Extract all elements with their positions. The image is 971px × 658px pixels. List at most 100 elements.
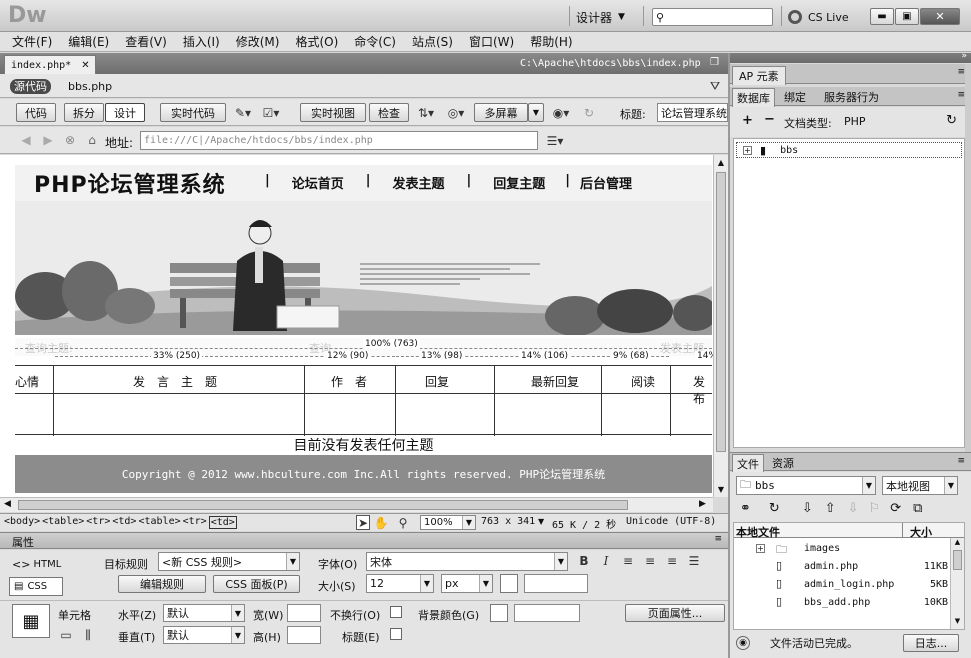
tag-table[interactable]: <table> — [42, 516, 84, 529]
horz-select[interactable]: 默认 ▼ — [163, 604, 245, 622]
globe-icon[interactable]: ◎▾ — [444, 104, 468, 122]
inspect-button[interactable]: 检查 — [369, 103, 409, 122]
tag-tr[interactable]: <tr> — [86, 516, 110, 529]
source-code-button[interactable]: 源代码 — [10, 79, 51, 94]
filter-icon[interactable]: ⛛ — [708, 79, 722, 93]
vert-select[interactable]: 默认 ▼ — [163, 626, 245, 644]
cell-height-input[interactable] — [287, 626, 321, 644]
put-files-icon[interactable]: ⇧ — [825, 501, 836, 516]
restore-doc-icon[interactable]: ❐ — [710, 57, 719, 68]
header-checkbox[interactable] — [390, 628, 402, 640]
refresh-icon[interactable]: ↻ — [580, 104, 598, 122]
chevron-down-icon[interactable]: ▼ — [538, 517, 544, 526]
pointer-tool-icon[interactable]: ➤ — [356, 515, 370, 530]
right-scrollbar[interactable] — [965, 64, 971, 454]
tag-td[interactable]: <td> — [112, 516, 136, 529]
align-left-icon[interactable]: ≡ — [621, 553, 635, 569]
tab-assets[interactable]: 资源 — [772, 455, 794, 471]
split-view-button[interactable]: 拆分 — [64, 103, 104, 122]
bg-color-input[interactable] — [514, 604, 580, 622]
check-icon[interactable]: ☑▾ — [258, 104, 284, 122]
live-view-button[interactable]: 实时视图 — [300, 103, 366, 122]
code-view-button[interactable]: 代码 — [16, 103, 56, 122]
page-title-input[interactable]: 论坛管理系统 — [657, 103, 728, 122]
expand-panel-icon[interactable]: ⧉ — [913, 501, 922, 516]
tag-tr-inner[interactable]: <tr> — [183, 516, 207, 529]
list-item[interactable]: ▯ admin.php 11KB — [734, 559, 948, 575]
italic-icon[interactable]: I — [600, 553, 612, 569]
menu-commands[interactable]: 命令(C) — [354, 33, 396, 50]
maximize-button[interactable]: ▣ — [895, 8, 919, 25]
expand-icon[interactable]: + — [756, 544, 765, 553]
menu-insert[interactable]: 插入(I) — [183, 33, 220, 50]
zoom-select[interactable]: 100% ▼ — [420, 515, 476, 530]
menu-site[interactable]: 站点(S) — [412, 33, 453, 50]
css-panel-button[interactable]: CSS 面板(P) — [213, 575, 300, 593]
menu-modify[interactable]: 修改(M) — [236, 33, 280, 50]
properties-header[interactable]: 属性 ≡ — [0, 532, 728, 549]
db-item-bbs[interactable]: + ▮ bbs — [736, 142, 962, 158]
workspace-switcher[interactable]: 设计器 ▼ — [576, 8, 636, 26]
menu-edit[interactable]: 编辑(E) — [68, 33, 109, 50]
log-button[interactable]: 日志... — [903, 634, 959, 652]
address-input[interactable]: file:///C|/Apache/htdocs/bbs/index.php — [140, 131, 538, 150]
get-files-icon[interactable]: ⇩ — [802, 501, 813, 516]
font-color-swatch[interactable] — [500, 574, 518, 593]
document-tab[interactable]: index.php* ✕ — [4, 55, 96, 74]
nav-home[interactable]: 论坛首页 — [292, 173, 344, 192]
panel-menu-icon[interactable]: ≡ — [957, 67, 965, 77]
add-icon[interactable]: + — [742, 113, 753, 128]
target-rule-select[interactable]: <新 CSS 规则> ▼ — [158, 552, 300, 571]
design-view-button[interactable]: 设计 — [105, 103, 145, 122]
h-scroll-thumb[interactable] — [18, 500, 628, 510]
menu-format[interactable]: 格式(O) — [295, 33, 338, 50]
right-panel-collapse-bar[interactable]: » — [730, 51, 971, 63]
size-select[interactable]: 12 ▼ — [366, 574, 434, 593]
tag-table-inner[interactable]: <table> — [138, 516, 180, 529]
view-select[interactable]: 本地视图 ▼ — [882, 476, 958, 495]
scroll-thumb[interactable] — [716, 172, 726, 452]
tag-body[interactable]: <body> — [4, 516, 40, 529]
checkin-icon[interactable]: ⚐ — [869, 501, 881, 516]
related-file-link[interactable]: bbs.php — [68, 80, 112, 93]
nav-post[interactable]: 发表主题 — [393, 173, 445, 192]
tab-bindings[interactable]: 绑定 — [784, 89, 806, 105]
nav-admin[interactable]: 后台管理 — [580, 173, 632, 192]
list-item[interactable]: ▯ admin_login.php 5KB — [734, 577, 948, 593]
panel-menu-icon[interactable]: ≡ — [957, 90, 965, 100]
nav-reply[interactable]: 回复主题 — [493, 173, 545, 192]
expand-icon[interactable]: + — [743, 145, 752, 155]
edit-rule-button[interactable]: 编辑规则 — [118, 575, 206, 593]
minimize-button[interactable]: ▬ — [870, 8, 894, 25]
site-select[interactable]: 🗀 bbs ▼ — [736, 476, 876, 495]
align-center-icon[interactable]: ≡ — [643, 553, 657, 569]
cslive-button[interactable]: CS Live — [788, 8, 858, 26]
refresh-icon[interactable]: ↻ — [946, 113, 957, 128]
html-mode-button[interactable]: <> HTML — [12, 558, 61, 571]
font-select[interactable]: 宋体 ▼ — [366, 552, 568, 571]
col-size[interactable]: 大小 — [910, 524, 932, 540]
window-size[interactable]: 763 x 341 — [481, 516, 535, 527]
connect-icon[interactable]: ⚭ — [740, 501, 751, 516]
sync-icon[interactable]: ⟳ — [890, 501, 901, 516]
tab-ap-elements[interactable]: AP 元素 — [732, 66, 786, 85]
list-item[interactable]: + 🗀 images — [734, 541, 948, 557]
scroll-thumb[interactable] — [953, 550, 962, 570]
page-properties-button[interactable]: 页面属性... — [625, 604, 725, 622]
align-right-icon[interactable]: ≡ — [665, 553, 679, 569]
menu-window[interactable]: 窗口(W) — [469, 33, 514, 50]
tab-server-behaviors[interactable]: 服务器行为 — [824, 89, 879, 105]
files-scrollbar[interactable]: ▲ ▼ — [950, 538, 964, 629]
unit-select[interactable]: px ▼ — [441, 574, 493, 593]
refresh-files-icon[interactable]: ↻ — [769, 501, 780, 516]
scroll-down-icon[interactable]: ▼ — [714, 482, 728, 497]
zoom-tool-icon[interactable]: ⚲ — [396, 515, 410, 530]
scroll-left-icon[interactable]: ◀ — [4, 499, 11, 509]
stop-icon[interactable]: ⊗ — [62, 132, 78, 148]
list-item[interactable]: ▯ bbs_add.php 10KB — [734, 595, 948, 611]
inspect-mode-icon[interactable]: ✎▾ — [232, 104, 254, 122]
css-mode-button[interactable]: ▤ CSS — [9, 577, 63, 596]
panel-menu-icon[interactable]: ≡ — [714, 534, 722, 544]
scroll-up-icon[interactable]: ▲ — [714, 155, 728, 170]
multiscreen-button[interactable]: 多屏幕 — [474, 103, 528, 122]
